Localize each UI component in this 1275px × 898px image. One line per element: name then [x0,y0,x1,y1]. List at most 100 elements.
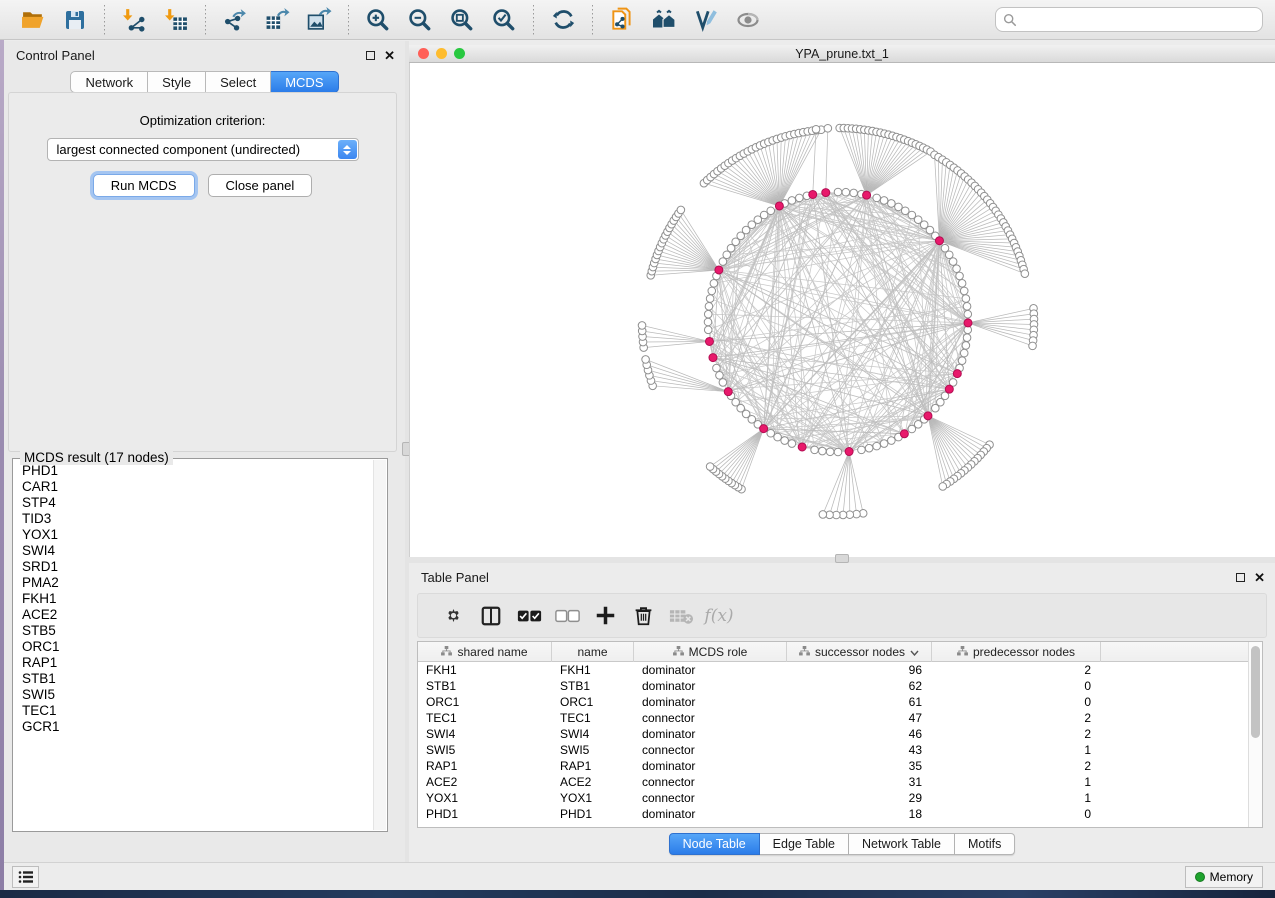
search-input[interactable] [1017,13,1255,27]
search-box[interactable] [995,7,1263,32]
zoom-selected-icon[interactable] [491,7,517,33]
table-row[interactable]: SWI4SWI4dominator462 [418,726,1262,742]
network-window-titlebar[interactable]: YPA_prune.txt_1 [409,45,1275,63]
delete-column-icon[interactable] [624,601,662,631]
graph-hub-node[interactable] [724,388,732,396]
graph-hub-node[interactable] [924,412,932,420]
graph-node[interactable] [811,446,819,454]
graph-node[interactable] [888,200,896,208]
graph-node[interactable] [834,448,842,456]
graph-node[interactable] [956,272,964,280]
mcds-result-node[interactable]: YOX1 [13,527,373,543]
graph-node[interactable] [850,189,858,197]
hide-annotations-icon[interactable] [693,7,719,33]
graph-node[interactable] [842,188,850,196]
table-scrollbar[interactable] [1248,642,1262,827]
graph-node[interactable] [719,258,727,266]
table-row[interactable]: PHD1PHD1dominator180 [418,806,1262,822]
graph-hub-node[interactable] [964,319,972,327]
table-row[interactable]: YOX1YOX1connector291 [418,790,1262,806]
deselect-all-checkboxes-icon[interactable] [548,601,586,631]
close-panel-icon[interactable]: ✕ [1254,573,1265,582]
graph-node[interactable] [713,364,721,372]
graph-hub-node[interactable] [798,443,806,451]
table-row[interactable]: ORC1ORC1dominator610 [418,694,1262,710]
graph-node[interactable] [767,207,775,215]
graph-node[interactable] [949,258,957,266]
zoom-in-icon[interactable] [365,7,391,33]
table-row[interactable]: FKH1FKH1dominator962 [418,662,1262,678]
graph-node[interactable] [960,349,968,357]
close-window-light[interactable] [418,48,429,59]
graph-node[interactable] [1029,342,1037,350]
graph-node[interactable] [962,295,970,303]
graph-hub-node[interactable] [709,354,717,362]
graph-node[interactable] [858,446,866,454]
graph-node[interactable] [908,425,916,433]
mcds-result-list[interactable]: PHD1CAR1STP4TID3YOX1SWI4SRD1PMA2FKH1ACE2… [13,463,373,830]
graph-node[interactable] [963,303,971,311]
run-mcds-button[interactable]: Run MCDS [93,174,195,197]
tab-style[interactable]: Style [148,71,206,93]
minimize-window-light[interactable] [436,48,447,59]
graph-node[interactable] [873,442,881,450]
graph-node[interactable] [704,326,712,334]
graph-node[interactable] [953,265,961,273]
graph-hub-node[interactable] [845,448,853,456]
open-folder-icon[interactable] [20,7,46,33]
tab-select[interactable]: Select [206,71,271,93]
graph-node[interactable] [638,322,646,330]
memory-button[interactable]: Memory [1185,866,1263,888]
mcds-result-node[interactable]: TID3 [13,511,373,527]
graph-hub-node[interactable] [760,425,768,433]
float-panel-icon[interactable] [1236,573,1245,582]
graph-node[interactable] [704,310,712,318]
table-row[interactable]: SWI5SWI5connector431 [418,742,1262,758]
graph-hub-node[interactable] [863,191,871,199]
export-table-icon[interactable] [264,7,290,33]
graph-node[interactable] [719,379,727,387]
save-icon[interactable] [62,7,88,33]
graph-hub-node[interactable] [822,189,830,197]
graph-node[interactable] [788,197,796,205]
delete-table-icon[interactable] [662,601,700,631]
tab-motifs[interactable]: Motifs [955,833,1015,855]
column-header-successor_nodes[interactable]: successor nodes [787,642,932,662]
table-row[interactable]: TEC1TEC1connector472 [418,710,1262,726]
graph-node[interactable] [824,124,832,132]
mcds-result-node[interactable]: SWI4 [13,543,373,559]
graph-node[interactable] [963,334,971,342]
graph-node[interactable] [958,357,966,365]
graph-node[interactable] [888,437,896,445]
column-header-name[interactable]: name [552,642,634,662]
close-panel-button[interactable]: Close panel [208,174,313,197]
mcds-result-node[interactable]: ORC1 [13,639,373,655]
column-layout-icon[interactable] [472,601,510,631]
float-panel-icon[interactable] [366,51,375,60]
graph-hub-node[interactable] [945,385,953,393]
select-all-checkboxes-icon[interactable] [510,601,548,631]
mcds-result-node[interactable]: RAP1 [13,655,373,671]
graph-node[interactable] [939,483,947,491]
column-header-shared_name[interactable]: shared name [418,642,552,662]
graph-node[interactable] [895,203,903,211]
graph-node[interactable] [964,310,972,318]
zoom-window-light[interactable] [454,48,465,59]
graph-hub-node[interactable] [775,202,783,210]
tab-network[interactable]: Network [70,71,148,93]
graph-node[interactable] [958,280,966,288]
graph-node[interactable] [710,280,718,288]
graph-node[interactable] [716,372,724,380]
graph-node[interactable] [706,295,714,303]
tab-mcds[interactable]: MCDS [271,71,338,93]
mcds-result-node[interactable]: STB1 [13,671,373,687]
graph-node[interactable] [781,437,789,445]
graph-node[interactable] [880,197,888,205]
horizontal-splitter-handle[interactable] [835,554,849,563]
export-image-icon[interactable] [306,7,332,33]
graph-node[interactable] [704,318,712,326]
export-network-icon[interactable] [222,7,248,33]
mcds-result-node[interactable]: ACE2 [13,607,373,623]
graph-node[interactable] [960,287,968,295]
mcds-result-node[interactable]: CAR1 [13,479,373,495]
